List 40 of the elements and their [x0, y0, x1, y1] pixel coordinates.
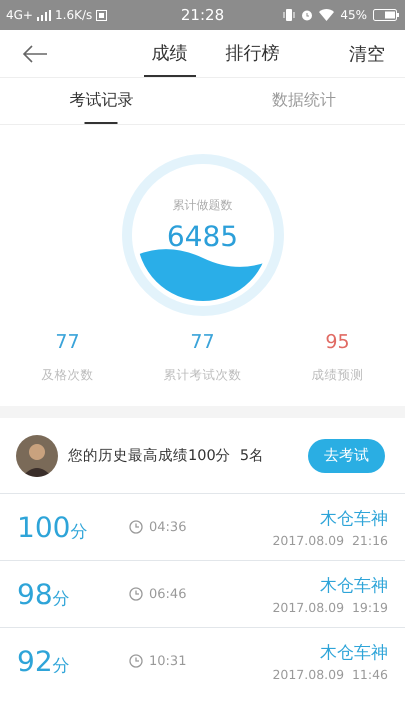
score: 98分 [17, 578, 71, 610]
status-time: 21:28 [180, 6, 224, 24]
record-date: 2017.08.09 11:46 [272, 666, 388, 682]
duration: 10:31 [149, 654, 186, 668]
stat-value: 77 [55, 331, 80, 353]
network-type: 4G+ [6, 8, 33, 22]
stat-label: 成绩预测 [312, 367, 364, 384]
clock-icon [129, 587, 143, 601]
alarm-icon [301, 9, 314, 21]
network-speed: 1.6K/s [55, 8, 92, 22]
duration: 04:36 [149, 520, 186, 534]
battery-percent: 45% [340, 8, 368, 22]
sim-icon [96, 10, 108, 20]
stat-value: 95 [325, 331, 350, 353]
gauge-value: 6485 [166, 220, 238, 253]
clear-button[interactable]: 清空 [349, 30, 385, 77]
record-date: 2017.08.09 19:19 [272, 600, 388, 614]
clock-icon [129, 520, 143, 534]
clock-icon [129, 654, 143, 668]
avatar [16, 434, 58, 476]
stat-value: 77 [190, 331, 215, 353]
stat-label: 及格次数 [42, 367, 94, 384]
duration: 06:46 [149, 586, 186, 602]
gauge-label: 累计做题数 [172, 197, 232, 214]
header-tab[interactable]: 排行榜 [218, 30, 288, 77]
sub-tab[interactable]: 考试记录 [69, 78, 134, 124]
header-tab[interactable]: 成绩 [144, 30, 196, 77]
score: 100分 [17, 510, 88, 544]
best-score-text: 您的历史最高成绩100分 5名 [68, 446, 266, 465]
signal-icon [37, 10, 51, 20]
back-icon[interactable] [22, 44, 48, 62]
wifi-icon [319, 9, 334, 21]
record-date: 2017.08.09 21:16 [272, 532, 388, 548]
user-name: 木仓车神 [320, 508, 388, 530]
user-name: 木仓车神 [320, 642, 388, 664]
score: 92分 [17, 644, 71, 678]
vibrate-icon [283, 9, 296, 21]
stat-label: 累计考试次数 [164, 367, 242, 384]
user-name: 木仓车神 [320, 574, 388, 596]
battery-icon [373, 9, 400, 21]
